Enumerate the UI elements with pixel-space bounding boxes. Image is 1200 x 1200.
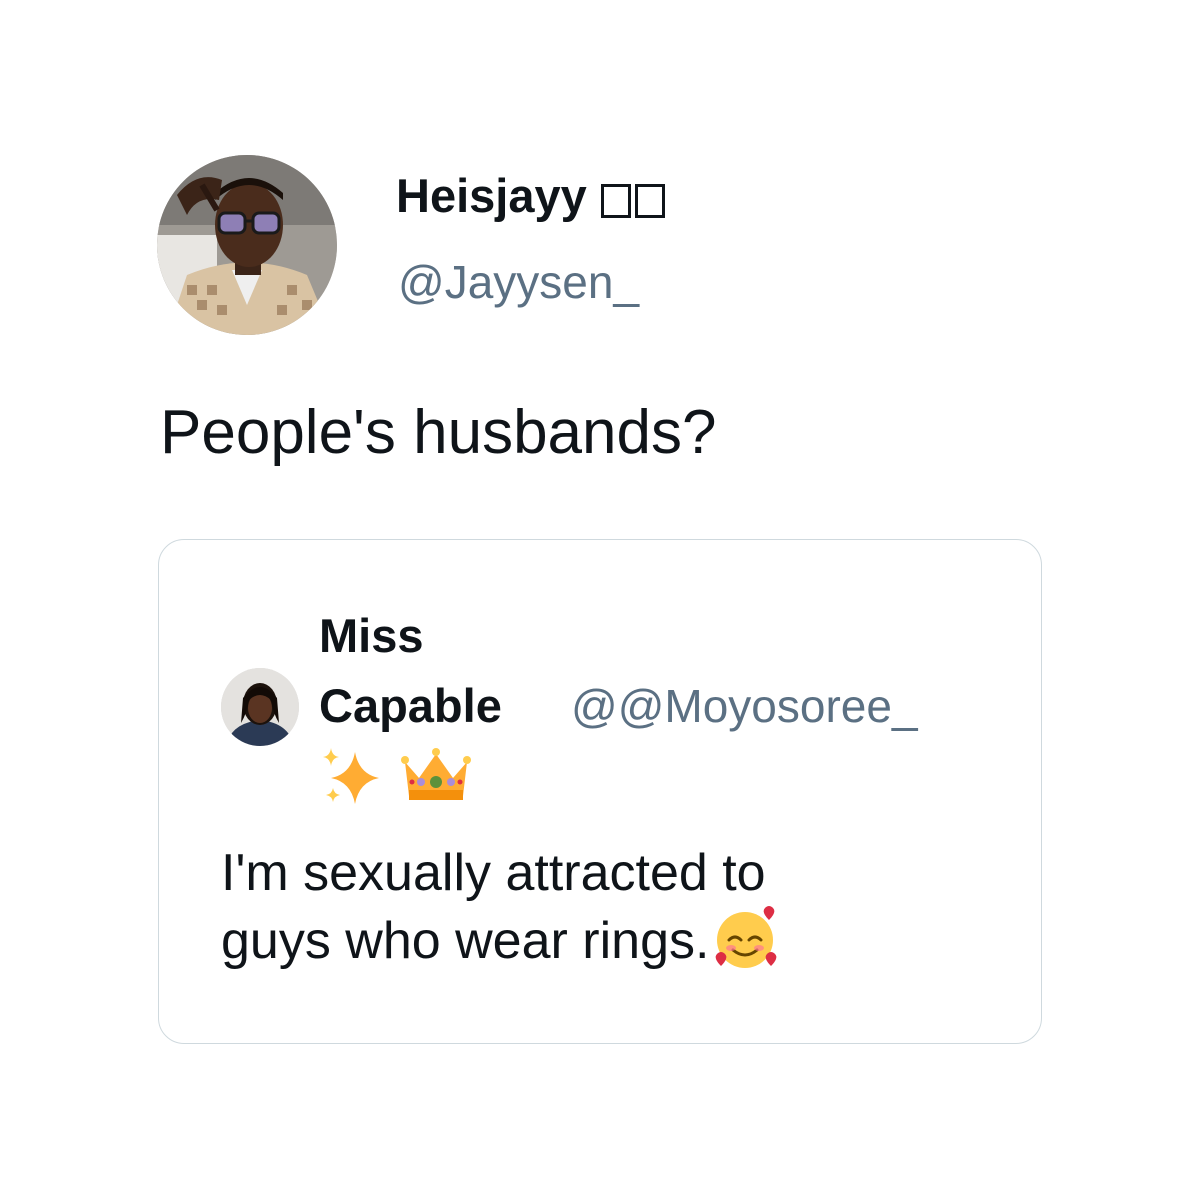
crown-icon: [401, 748, 471, 800]
quoted-author-avatar[interactable]: [221, 668, 299, 746]
quoted-display-name-line1[interactable]: Miss: [319, 610, 424, 662]
unrendered-glyph-icon: [634, 183, 665, 218]
quoted-name-emojis: [319, 744, 489, 814]
tweet-text: People's husbands?: [160, 398, 717, 467]
quoted-handle[interactable]: @@Moyosoree_: [571, 681, 918, 732]
quoted-display-name-line2[interactable]: Capable: [319, 680, 502, 732]
name-badges: [600, 174, 669, 226]
author-avatar[interactable]: [157, 155, 337, 335]
sparkles-icon: [323, 748, 379, 804]
unrendered-glyph-icon: [600, 183, 631, 218]
quoted-text-line1: I'm sexually attracted to: [221, 844, 766, 902]
quoted-text-line2: guys who wear rings.: [221, 912, 710, 971]
quoted-text-line2-wrap: guys who wear rings.: [221, 904, 779, 972]
quoted-tweet[interactable]: Miss Capable @@Moyosoree_ I'm sexually a…: [158, 539, 1042, 1044]
author-name-text: Heisjayy: [396, 169, 587, 222]
tweet-card: Heisjayy @Jayysen_ People's husbands? Mi…: [0, 0, 1200, 1200]
smiling-face-with-hearts-icon: [716, 906, 777, 969]
author-handle[interactable]: @Jayysen_: [398, 257, 639, 308]
author-display-name[interactable]: Heisjayy: [396, 170, 669, 225]
quoted-tweet-text: I'm sexually attracted to guys who wear …: [221, 842, 779, 973]
